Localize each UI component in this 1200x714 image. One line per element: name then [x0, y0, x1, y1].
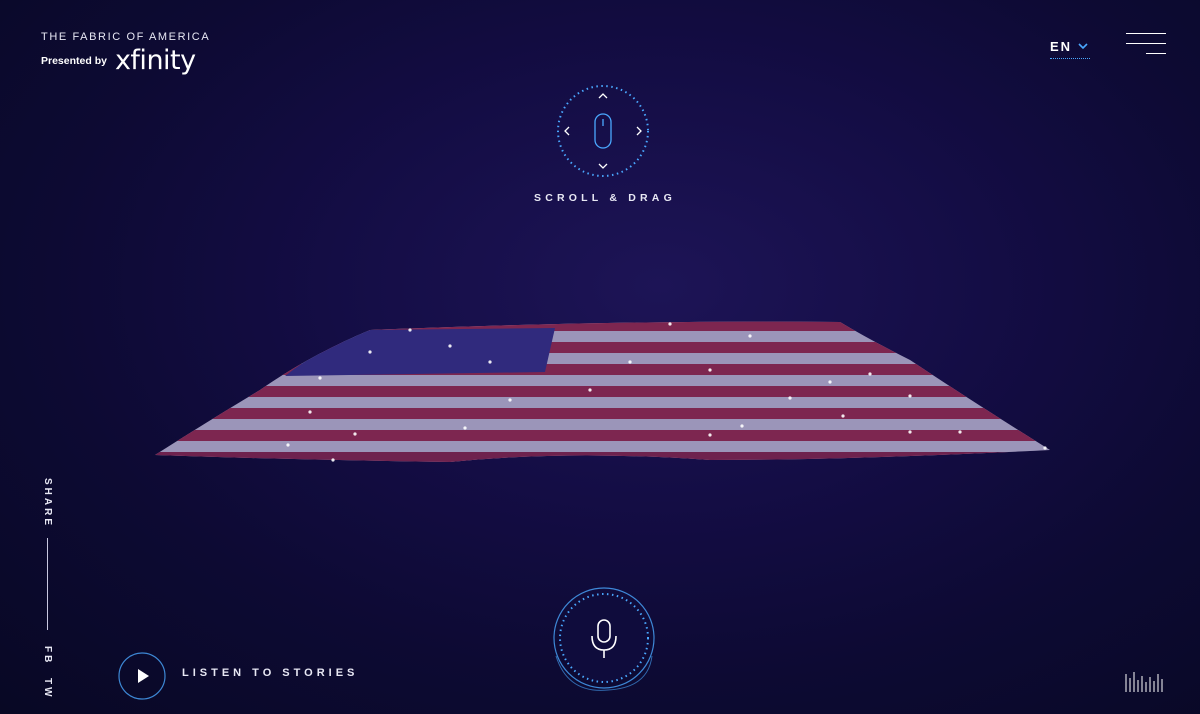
share-label: SHARE	[42, 478, 53, 529]
listen-to-stories-link[interactable]: LISTEN TO STORIES	[182, 667, 358, 679]
share-facebook-link[interactable]: FB	[42, 646, 53, 665]
sound-bars-icon[interactable]	[1124, 671, 1166, 695]
xfinity-logo[interactable]: xfinity	[115, 47, 196, 74]
language-label: EN	[1050, 38, 1073, 54]
mouse-icon	[556, 84, 650, 178]
play-icon	[138, 669, 149, 683]
presented-by-row: Presented by xfinity	[41, 47, 210, 74]
presented-by-label: Presented by	[41, 54, 107, 67]
play-button[interactable]	[118, 652, 166, 700]
chevron-down-icon	[1078, 42, 1088, 50]
share-twitter-link[interactable]: TW	[42, 678, 53, 700]
brand-block: THE FABRIC OF AMERICA Presented by xfini…	[41, 31, 210, 74]
flag-visualization[interactable]	[150, 300, 1060, 480]
microphone-button[interactable]	[548, 586, 660, 698]
hamburger-menu-icon[interactable]	[1126, 33, 1166, 57]
scroll-drag-label: SCROLL & DRAG	[534, 192, 676, 204]
share-divider	[47, 538, 48, 630]
language-selector[interactable]: EN	[1050, 34, 1090, 59]
site-title: THE FABRIC OF AMERICA	[41, 31, 211, 43]
